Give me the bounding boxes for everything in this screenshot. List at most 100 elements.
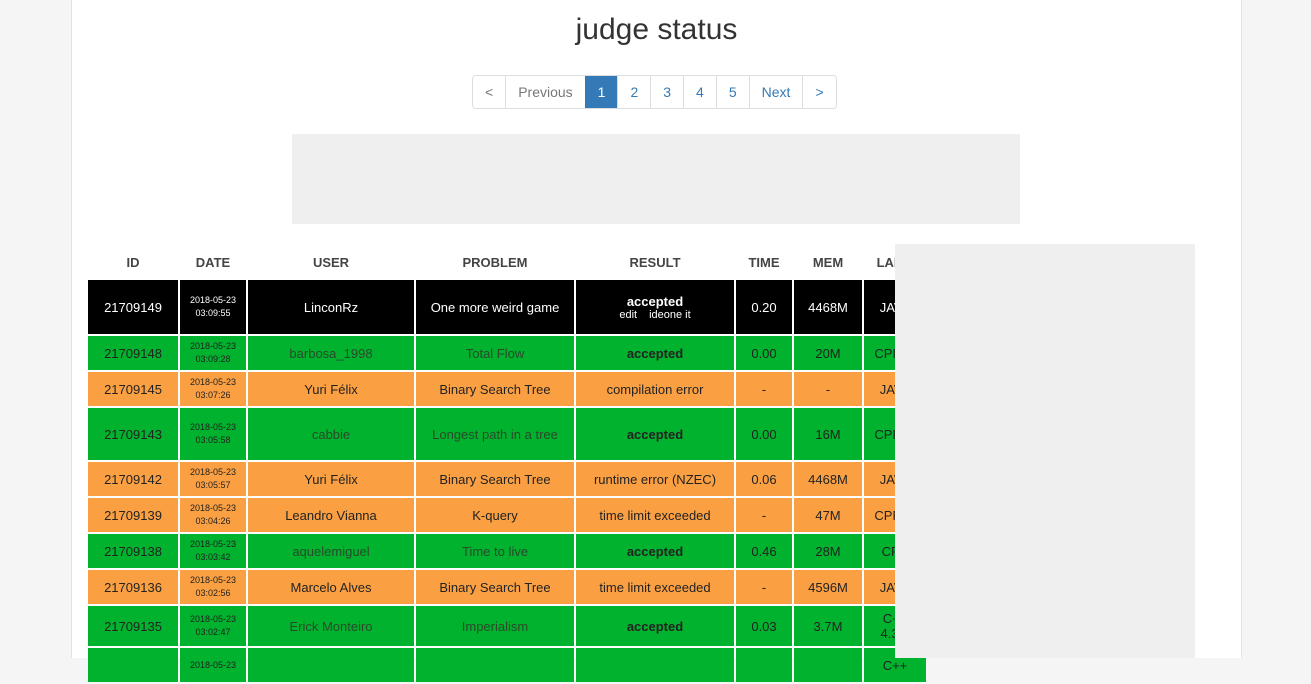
submission-date: 2018-05-23 03:09:28 <box>180 336 246 370</box>
submission-date: 2018-05-23 03:02:56 <box>180 570 246 604</box>
table-row: 21709135 2018-05-23 03:02:47 Erick Monteiro… <box>88 606 926 646</box>
header-mem: MEM <box>812 254 844 270</box>
next-page-link[interactable]: Next <box>748 76 803 108</box>
result-cell: time limit exceeded <box>576 498 734 532</box>
status-table: ID DATE USER PROBLEM RESULT TIME MEM LAN… <box>86 244 928 684</box>
submission-memory: - <box>794 372 862 406</box>
first-page-link[interactable]: < <box>473 76 506 108</box>
date-value: 2018-05-23 <box>189 659 237 670</box>
table-row: 21709136 2018-05-23 03:02:56 Marcelo Alves B… <box>88 570 926 604</box>
time-of-day-value: 03:07:26 <box>195 390 231 400</box>
result-text: time limit exceeded <box>599 579 711 595</box>
problem-link[interactable]: Total Flow <box>416 336 574 370</box>
header-date: DATE <box>195 254 231 270</box>
header-result: RESULT <box>629 254 681 270</box>
problem-link[interactable]: Binary Search Tree <box>416 462 574 496</box>
result-cell: accepted <box>576 336 734 370</box>
page-container: judge status < Previous 1 2 3 4 5 Next >… <box>71 0 1242 682</box>
submission-id: 21709148 <box>88 336 178 370</box>
page-link-1[interactable]: 1 <box>584 76 618 108</box>
submission-memory: 16M <box>794 408 862 460</box>
problem-link[interactable]: Binary Search Tree <box>416 570 574 604</box>
result-cell: compilation error <box>576 372 734 406</box>
result-text: accepted <box>626 345 684 361</box>
result-text: time limit exceeded <box>599 507 711 523</box>
time-of-day-value: 03:04:26 <box>195 516 231 526</box>
date-value: 2018-05-23 <box>189 422 237 432</box>
table-row: 21709149 2018-05-23 03:09:55 LinconRz One mo… <box>88 280 926 334</box>
submission-time: - <box>736 372 792 406</box>
problem-link[interactable]: Longest path in a tree <box>416 408 574 460</box>
problem-link[interactable]: Imperialism <box>416 606 574 646</box>
submission-date: 2018-05-23 03:04:26 <box>180 498 246 532</box>
status-table-body: 21709149 2018-05-23 03:09:55 LinconRz One mo… <box>88 280 926 682</box>
result-cell: accepted edit ideone it <box>576 280 734 334</box>
submission-date: 2018-05-23 <box>180 648 246 682</box>
user-link[interactable]: Yuri Félix <box>248 462 414 496</box>
table-row: 21709142 2018-05-23 03:05:57 Yuri Félix Bina… <box>88 462 926 496</box>
ideone-link[interactable]: ideone it <box>649 309 691 321</box>
submission-id: 21709142 <box>88 462 178 496</box>
date-value: 2018-05-23 <box>189 575 237 585</box>
submission-date: 2018-05-23 03:02:47 <box>180 606 246 646</box>
page-title: judge status <box>575 13 738 46</box>
side-ad-placeholder <box>895 244 1195 658</box>
date-value: 2018-05-23 <box>189 341 237 351</box>
submission-time: 0.46 <box>736 534 792 568</box>
result-text: accepted <box>626 426 684 442</box>
date-value: 2018-05-23 <box>189 377 237 387</box>
user-link[interactable]: barbosa_1998 <box>248 336 414 370</box>
user-link[interactable]: cabbie <box>248 408 414 460</box>
problem-link[interactable]: K-query <box>416 498 574 532</box>
result-text: accepted <box>626 293 684 309</box>
page-link-3[interactable]: 3 <box>650 76 684 108</box>
result-cell: runtime error (NZEC) <box>576 462 734 496</box>
user-link[interactable]: Erick Monteiro <box>248 606 414 646</box>
submission-memory <box>794 648 862 682</box>
submission-date: 2018-05-23 03:03:42 <box>180 534 246 568</box>
problem-link[interactable]: Time to live <box>416 534 574 568</box>
previous-page-link[interactable]: Previous <box>505 76 585 108</box>
user-link[interactable] <box>248 648 414 682</box>
table-row: 21709138 2018-05-23 03:03:42 aquelemiguel Ti… <box>88 534 926 568</box>
submission-id: 21709136 <box>88 570 178 604</box>
date-value: 2018-05-23 <box>189 539 237 549</box>
last-page-link[interactable]: > <box>802 76 836 108</box>
submission-date: 2018-05-23 03:05:58 <box>180 408 246 460</box>
problem-link[interactable]: Binary Search Tree <box>416 372 574 406</box>
submission-time <box>736 648 792 682</box>
problem-link[interactable]: One more weird game <box>416 280 574 334</box>
time-of-day-value: 03:05:57 <box>195 480 231 490</box>
submission-id: 21709143 <box>88 408 178 460</box>
date-value: 2018-05-23 <box>189 503 237 513</box>
submission-date: 2018-05-23 03:09:55 <box>180 280 246 334</box>
result-text: runtime error (NZEC) <box>593 471 717 487</box>
header-user: USER <box>312 254 350 270</box>
problem-link[interactable] <box>416 648 574 682</box>
date-value: 2018-05-23 <box>189 467 237 477</box>
user-link[interactable]: Marcelo Alves <box>248 570 414 604</box>
date-value: 2018-05-23 <box>189 614 237 624</box>
user-link[interactable]: Yuri Félix <box>248 372 414 406</box>
time-of-day-value: 03:09:55 <box>195 308 231 318</box>
submission-time: 0.00 <box>736 408 792 460</box>
result-cell: accepted <box>576 408 734 460</box>
submission-memory: 4596M <box>794 570 862 604</box>
user-link[interactable]: aquelemiguel <box>248 534 414 568</box>
user-link[interactable]: Leandro Vianna <box>248 498 414 532</box>
submission-memory: 47M <box>794 498 862 532</box>
result-cell <box>576 648 734 682</box>
user-link[interactable]: LinconRz <box>248 280 414 334</box>
page-link-4[interactable]: 4 <box>683 76 716 108</box>
result-text: accepted <box>626 543 684 559</box>
pagination: < Previous 1 2 3 4 5 Next > <box>472 75 837 109</box>
submission-id: 21709135 <box>88 606 178 646</box>
page-link-2[interactable]: 2 <box>617 76 651 108</box>
date-value: 2018-05-23 <box>189 295 237 305</box>
submission-memory: 3.7M <box>794 606 862 646</box>
submission-id: 21709138 <box>88 534 178 568</box>
page-link-5[interactable]: 5 <box>715 76 749 108</box>
submission-memory: 4468M <box>794 462 862 496</box>
header-id: ID <box>126 254 140 270</box>
edit-link[interactable]: edit <box>619 309 637 321</box>
